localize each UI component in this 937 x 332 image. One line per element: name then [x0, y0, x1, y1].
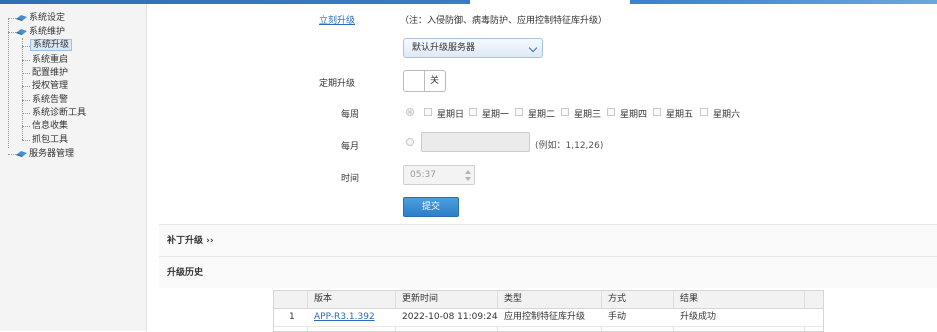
- upgrade-history-section: 升级历史: [159, 256, 937, 288]
- time-spinner[interactable]: 05:37: [403, 165, 475, 185]
- patch-upgrade-section[interactable]: 补丁升级 ››: [159, 224, 937, 256]
- submit-button[interactable]: 提交: [403, 197, 459, 217]
- row-time: 2022-10-08 11:09:24: [402, 312, 498, 322]
- toggle-knob: [404, 71, 425, 91]
- col-version: 版本: [314, 294, 333, 304]
- label-tuesday: 星期二: [528, 110, 556, 120]
- scheduled-upgrade-toggle[interactable]: 关: [403, 70, 446, 92]
- sidebar-item-server-management[interactable]: 服务器管理: [16, 148, 74, 161]
- checkbox-wednesday[interactable]: [561, 108, 569, 116]
- monthly-days-input[interactable]: [421, 132, 530, 152]
- sidebar-item-system-maintenance[interactable]: 系统维护: [16, 26, 65, 39]
- col-update-time: 更新时间: [402, 294, 439, 304]
- sidebar-item-system-alarm[interactable]: 系统告警: [32, 94, 68, 107]
- checkbox-saturday[interactable]: [700, 108, 708, 116]
- row-version-link[interactable]: APP-R3.1.392: [314, 309, 375, 326]
- upgrade-note: （注：入侵防御、病毒防护、应用控制特征库升级）: [400, 16, 608, 26]
- folder-icon: [16, 14, 27, 21]
- sidebar-item-config-maintenance[interactable]: 配置维护: [32, 67, 68, 80]
- upgrade-now-link[interactable]: 立刻升级: [319, 13, 355, 26]
- row-method: 手动: [608, 312, 627, 322]
- weekly-radio[interactable]: [406, 108, 414, 116]
- sidebar-item-system-upgrade[interactable]: 系统升级: [30, 39, 73, 52]
- sidebar-item-diagnostic-tools[interactable]: 系统诊断工具: [32, 107, 86, 120]
- scheduled-upgrade-label: 定期升级: [319, 79, 356, 89]
- sidebar-item-system-settings[interactable]: 系统设定: [16, 12, 65, 25]
- sidebar-tree: 系统设定 系统维护 系统升级 系统重启 配置维护 授权管理 系统告警 系统诊断工…: [0, 4, 147, 331]
- weekly-label: 每周: [341, 110, 360, 120]
- checkbox-friday[interactable]: [653, 108, 661, 116]
- sidebar-item-info-collection[interactable]: 信息收集: [32, 120, 68, 133]
- label-wednesday: 星期三: [574, 110, 602, 120]
- row-type: 应用控制特征库升级: [504, 312, 586, 322]
- col-method: 方式: [608, 294, 627, 304]
- col-result: 结果: [680, 294, 699, 304]
- table-header: [274, 291, 823, 309]
- label-saturday: 星期六: [713, 110, 741, 120]
- sidebar-item-packet-capture[interactable]: 抓包工具: [32, 134, 68, 147]
- label-friday: 星期五: [666, 110, 694, 120]
- label-thursday: 星期四: [620, 110, 648, 120]
- monthly-hint: (例如：1,12,26): [535, 141, 604, 151]
- label-sunday: 星期日: [437, 110, 465, 120]
- main-panel: 立刻升级 （注：入侵防御、病毒防护、应用控制特征库升级） 默认升级服务器 定期升…: [147, 4, 937, 332]
- chevron-down-icon: [528, 43, 538, 53]
- checkbox-tuesday[interactable]: [515, 108, 523, 116]
- spinner-down-icon[interactable]: [465, 177, 471, 181]
- time-label: 时间: [341, 174, 360, 184]
- upgrade-server-select[interactable]: 默认升级服务器: [403, 38, 543, 58]
- sidebar-item-system-restart[interactable]: 系统重启: [32, 54, 68, 67]
- upgrade-history-table: 版本 更新时间 类型 方式 结果 1 APP-R3.1.392 2022-10-…: [273, 290, 824, 332]
- checkbox-sunday[interactable]: [424, 108, 432, 116]
- folder-open-icon: [16, 28, 27, 35]
- row-result: 升级成功: [680, 312, 717, 322]
- expand-arrows-icon: ››: [206, 236, 214, 246]
- col-type: 类型: [504, 294, 523, 304]
- checkbox-thursday[interactable]: [607, 108, 615, 116]
- checkbox-monday[interactable]: [469, 108, 477, 116]
- row-index: 1: [289, 312, 295, 322]
- sidebar-item-license-management[interactable]: 授权管理: [32, 80, 68, 93]
- monthly-label: 每月: [341, 142, 360, 152]
- monthly-radio[interactable]: [406, 138, 414, 146]
- folder-icon: [16, 150, 27, 157]
- spinner-up-icon[interactable]: [465, 170, 471, 174]
- label-monday: 星期一: [482, 110, 510, 120]
